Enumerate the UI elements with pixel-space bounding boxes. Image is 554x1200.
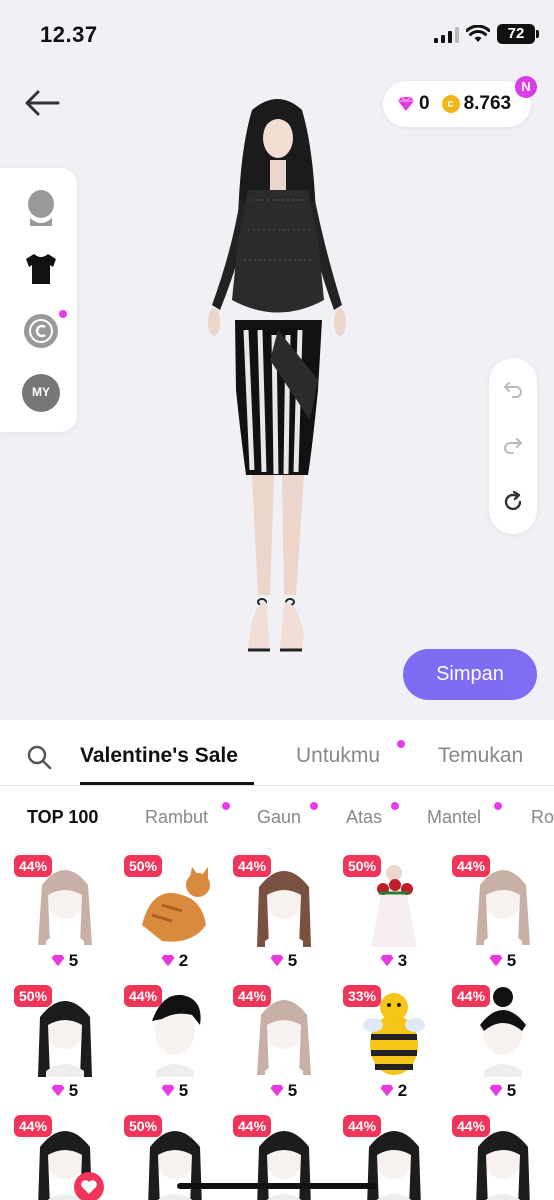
currency-balance[interactable]: 0 c 8.763 (383, 81, 531, 127)
discount-badge: 44% (14, 855, 53, 877)
discount-badge: 50% (124, 1115, 163, 1137)
discount-badge: 44% (14, 1115, 53, 1137)
tab-temukan[interactable]: Temukan (438, 744, 523, 768)
search-icon[interactable] (26, 744, 52, 770)
category-side-panel: MY (0, 168, 77, 432)
shirt-icon[interactable] (22, 250, 60, 288)
discount-badge: 44% (452, 855, 491, 877)
shop-item[interactable]: 44% 5 (14, 855, 114, 975)
item-price: 5 (14, 1081, 114, 1101)
shop-sheet: Valentine's Sale Untukmu Temukan TOP 100… (0, 720, 554, 1200)
category-dot (494, 802, 502, 810)
category-dot (391, 802, 399, 810)
gem-icon (380, 1084, 394, 1097)
gem-icon (489, 1084, 503, 1097)
shop-item[interactable]: 50% 5 (14, 985, 114, 1105)
shop-item[interactable]: 44% (452, 1115, 552, 1200)
tab-untukmu[interactable]: Untukmu (296, 744, 380, 768)
gem-icon (489, 954, 503, 967)
shop-item[interactable]: 44% 5 (452, 985, 552, 1105)
item-price: 5 (14, 951, 114, 971)
item-price: 2 (343, 1081, 443, 1101)
discount-badge: 50% (14, 985, 53, 1007)
active-tab-indicator (80, 782, 254, 785)
home-indicator (177, 1183, 377, 1189)
discount-badge: 44% (233, 985, 272, 1007)
discount-badge: 44% (233, 855, 272, 877)
category-atas[interactable]: Atas (346, 807, 382, 828)
status-bar: 12.37 72 (0, 0, 554, 70)
back-arrow-icon[interactable] (22, 86, 62, 120)
item-price: 5 (233, 1081, 333, 1101)
shop-item[interactable]: 44% 5 (233, 985, 333, 1105)
discount-badge: 44% (233, 1115, 272, 1137)
discount-badge: 33% (343, 985, 382, 1007)
edit-actions-panel (489, 358, 537, 534)
tab-notification-dot (397, 740, 405, 748)
category-mantel[interactable]: Mantel (427, 807, 481, 828)
favorite-heart-icon[interactable] (74, 1172, 104, 1200)
avatar-preview[interactable] (190, 90, 365, 670)
my-button[interactable]: MY (22, 374, 60, 412)
discount-badge: 44% (343, 1115, 382, 1137)
gem-icon (270, 1084, 284, 1097)
wifi-icon (466, 25, 490, 42)
gem-icon (161, 954, 175, 967)
shop-item[interactable]: 33% 2 (343, 985, 443, 1105)
item-price: 5 (124, 1081, 224, 1101)
category-dot (310, 802, 318, 810)
shop-item[interactable]: 44% 5 (233, 855, 333, 975)
cellular-signal-icon (434, 27, 459, 43)
shop-item[interactable]: 44% 5 (452, 855, 552, 975)
item-price: 5 (233, 951, 333, 971)
gem-icon (51, 1084, 65, 1097)
discount-badge: 50% (124, 855, 163, 877)
category-ro[interactable]: Ro (531, 807, 554, 828)
item-price: 5 (452, 951, 552, 971)
category-gaun[interactable]: Gaun (257, 807, 301, 828)
notification-dot (59, 310, 67, 318)
gem-icon (161, 1084, 175, 1097)
undo-icon[interactable] (501, 378, 525, 402)
shop-item[interactable]: 50% 3 (343, 855, 443, 975)
discount-badge: 44% (124, 985, 163, 1007)
gem-icon (51, 954, 65, 967)
battery-indicator: 72 (497, 24, 539, 44)
category-dot (222, 802, 230, 810)
tab-valentines-sale[interactable]: Valentine's Sale (80, 744, 238, 768)
category-row: TOP 100 Rambut Gaun Atas Mantel Ro (0, 786, 554, 850)
status-time: 12.37 (40, 22, 98, 47)
item-price: 5 (452, 1081, 552, 1101)
new-badge: N (515, 76, 537, 98)
item-price: 3 (343, 951, 443, 971)
shop-item[interactable]: 44% 5 (124, 985, 224, 1105)
redo-icon[interactable] (501, 434, 525, 458)
gem-icon (380, 954, 394, 967)
gem-icon (270, 954, 284, 967)
coin-icon: c (441, 95, 460, 113)
category-rambut[interactable]: Rambut (145, 807, 208, 828)
item-price: 2 (124, 951, 224, 971)
discount-badge: 44% (452, 985, 491, 1007)
gem-icon (398, 96, 414, 111)
discount-badge: 50% (343, 855, 382, 877)
discount-badge: 44% (452, 1115, 491, 1137)
shop-item[interactable]: 50% 2 (124, 855, 224, 975)
tab-bar: Valentine's Sale Untukmu Temukan (0, 720, 554, 786)
category-top100[interactable]: TOP 100 (27, 807, 98, 828)
copyright-icon[interactable] (22, 312, 60, 350)
coin-count: 8.763 (463, 93, 512, 114)
head-icon[interactable] (22, 188, 60, 226)
gem-count: 0 (419, 93, 430, 114)
save-button[interactable]: Simpan (403, 649, 537, 700)
reset-icon[interactable] (501, 490, 525, 514)
